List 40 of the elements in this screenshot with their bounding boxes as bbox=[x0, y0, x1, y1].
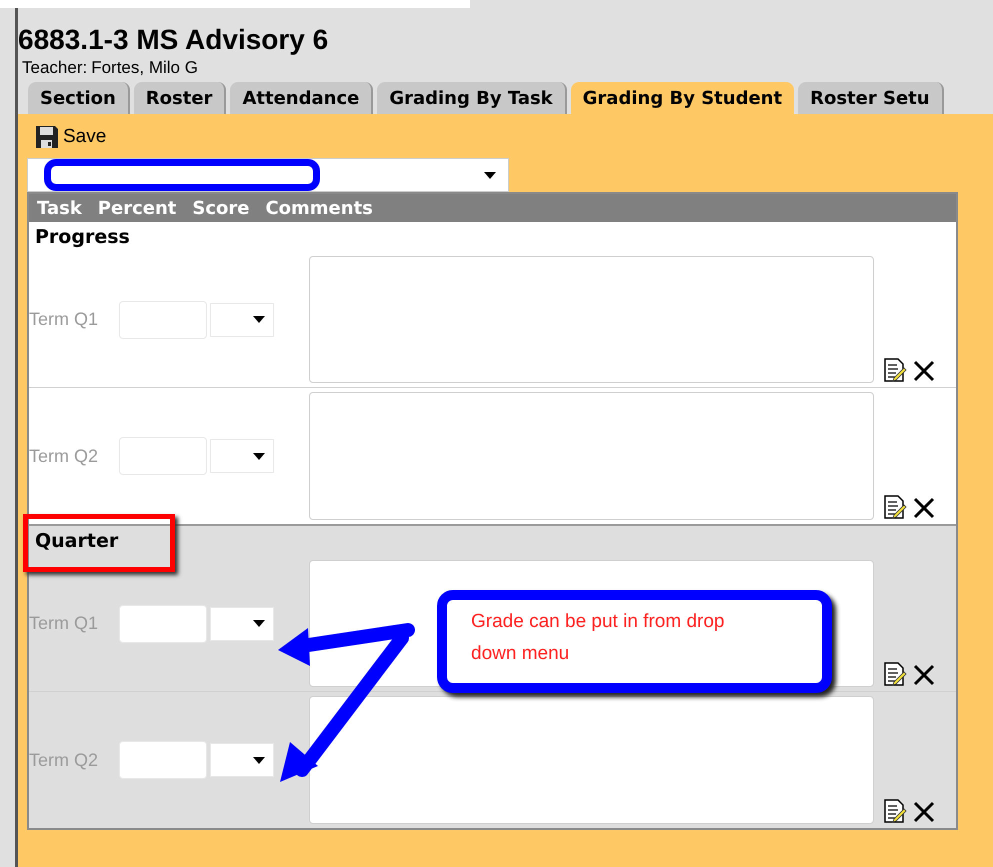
column-header: Task bbox=[37, 196, 82, 220]
dropdown-caret-icon bbox=[253, 452, 265, 460]
tab[interactable]: Grading By Task bbox=[377, 82, 567, 114]
column-header: Percent bbox=[98, 196, 176, 220]
save-button[interactable]: Save bbox=[35, 124, 106, 150]
delete-icon[interactable] bbox=[912, 800, 936, 824]
term-label: Term Q1 bbox=[29, 612, 98, 635]
note-edit-icon[interactable] bbox=[882, 661, 908, 687]
term-label: Term Q2 bbox=[29, 748, 98, 772]
term-label: Term Q1 bbox=[29, 308, 98, 331]
dropdown-caret-icon bbox=[484, 172, 496, 178]
percent-field[interactable] bbox=[119, 741, 207, 779]
column-header: Comments bbox=[265, 196, 373, 220]
tab[interactable]: Attendance bbox=[230, 82, 374, 114]
callout-text: Grade can be put in from drop down menu bbox=[471, 610, 726, 666]
note-edit-icon[interactable] bbox=[882, 357, 908, 383]
teacher-label: Teacher: bbox=[22, 58, 88, 78]
note-edit-icon[interactable] bbox=[882, 494, 908, 520]
section-heading: Progress bbox=[35, 224, 130, 250]
task-dropdown[interactable] bbox=[27, 158, 509, 192]
teacher-name: Fortes, Milo G bbox=[91, 58, 198, 78]
comment-field[interactable] bbox=[309, 392, 874, 520]
column-header: Score bbox=[192, 196, 250, 220]
section-heading: Quarter bbox=[35, 528, 118, 554]
delete-icon[interactable] bbox=[912, 496, 936, 520]
delete-icon[interactable] bbox=[912, 663, 936, 687]
tab[interactable]: Roster Setu bbox=[798, 82, 944, 114]
comment-field[interactable] bbox=[309, 256, 874, 383]
dropdown-caret-icon bbox=[253, 756, 265, 764]
page-title: 6883.1-3 MS Advisory 6 bbox=[18, 24, 330, 56]
comment-field[interactable] bbox=[309, 696, 874, 824]
delete-icon[interactable] bbox=[912, 359, 936, 383]
dropdown-caret-icon bbox=[253, 620, 265, 627]
note-edit-icon[interactable] bbox=[882, 798, 908, 824]
tab[interactable]: Roster bbox=[134, 82, 226, 114]
dropdown-caret-icon bbox=[253, 316, 265, 323]
tab[interactable]: Grading By Student bbox=[570, 82, 794, 114]
tab[interactable]: Section bbox=[28, 82, 130, 114]
percent-field[interactable] bbox=[119, 604, 207, 642]
term-label: Term Q2 bbox=[29, 444, 98, 468]
